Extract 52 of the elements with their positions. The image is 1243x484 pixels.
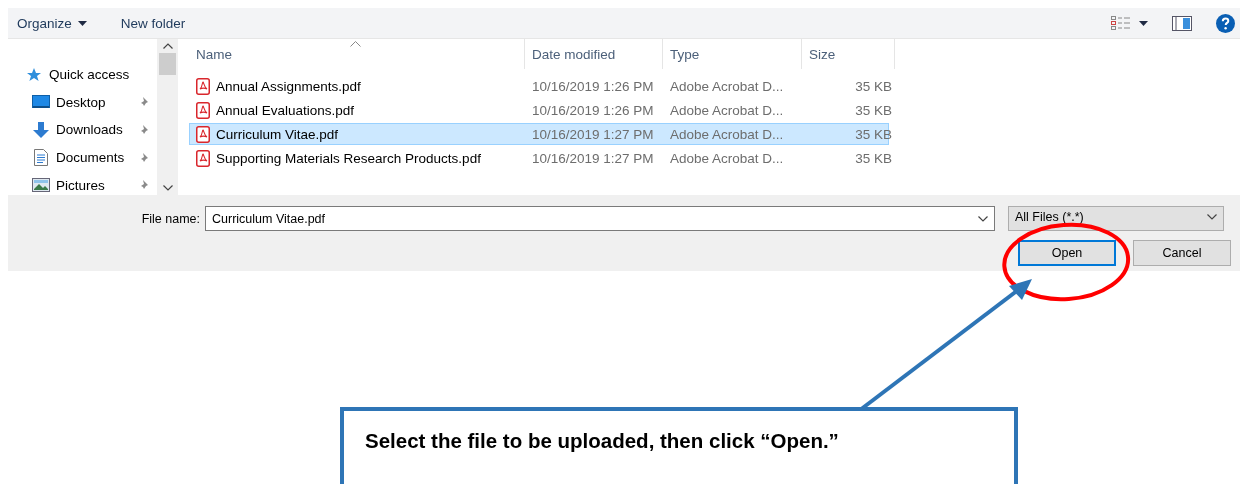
down-arrow-icon xyxy=(32,121,50,139)
dialog-button[interactable]: Cancel xyxy=(1133,240,1231,266)
dialog-button[interactable]: Open xyxy=(1018,240,1116,266)
file-name: Annual Assignments.pdf xyxy=(216,78,361,94)
pdf-file-icon xyxy=(196,149,210,167)
chevron-down-icon[interactable] xyxy=(978,215,988,222)
column-header[interactable]: Size xyxy=(802,39,895,69)
date-cell-text: 10/16/2019 1:27 PM xyxy=(531,126,655,142)
sort-ascending-icon xyxy=(350,41,361,47)
nav-item[interactable]: Desktop xyxy=(56,94,131,110)
instruction-text: Select the file to be uploaded, then click “Open.” xyxy=(365,429,839,452)
nav-item[interactable]: Documents xyxy=(56,150,131,166)
nav-item[interactable]: Downloads xyxy=(56,122,131,138)
date-cell-text: 10/16/2019 1:26 PM xyxy=(531,78,655,94)
help-icon[interactable] xyxy=(1216,13,1235,33)
scrollbar-thumb[interactable] xyxy=(159,53,176,75)
file-name: Curriculum Vitae.pdf xyxy=(216,126,339,142)
type-cell-text: Adobe Acrobat D... xyxy=(669,102,785,118)
new-folder-button[interactable]: New folder xyxy=(120,15,186,31)
pdf-file-icon xyxy=(196,77,210,95)
column-header[interactable]: Type xyxy=(663,39,802,69)
preview-pane-icon[interactable] xyxy=(1172,15,1192,31)
chevron-down-icon[interactable] xyxy=(1207,214,1217,220)
file-name: Annual Evaluations.pdf xyxy=(216,102,355,118)
view-list-icon[interactable] xyxy=(1111,16,1131,30)
type-cell-text: Adobe Acrobat D... xyxy=(669,126,785,142)
organize-menu[interactable]: Organize xyxy=(17,15,72,31)
size-cell-text: 35 KB xyxy=(854,150,893,166)
pdf-file-icon xyxy=(196,101,210,119)
pdf-file-icon xyxy=(196,125,210,143)
file-name: Supporting Materials Research Products.pdf xyxy=(216,150,481,166)
column-header[interactable]: Date modified xyxy=(525,39,663,69)
monitor-icon xyxy=(32,95,50,110)
column-header[interactable]: Name xyxy=(189,39,525,69)
date-cell-text: 10/16/2019 1:27 PM xyxy=(531,150,655,166)
file-type-dropdown[interactable]: All Files (*.*) xyxy=(1008,206,1224,231)
file-name-field[interactable]: Curriculum Vitae.pdf xyxy=(205,206,995,231)
star-icon xyxy=(26,66,42,83)
size-cell-text: 35 KB xyxy=(854,102,893,118)
type-cell-text: Adobe Acrobat D... xyxy=(669,150,785,166)
scroll-up-icon[interactable] xyxy=(162,43,173,49)
type-cell-text: Adobe Acrobat D... xyxy=(669,78,785,94)
size-cell-text: 35 KB xyxy=(854,78,893,94)
nav-item[interactable]: Pictures xyxy=(56,177,131,193)
document-icon xyxy=(34,149,48,167)
scroll-down-icon[interactable] xyxy=(162,185,173,191)
file-name-label: File name: xyxy=(140,211,201,226)
caret-icon[interactable] xyxy=(77,20,87,26)
caret-icon[interactable] xyxy=(1139,20,1148,26)
image-icon xyxy=(32,178,50,193)
nav-item[interactable]: Quick access xyxy=(49,67,149,83)
date-cell-text: 10/16/2019 1:26 PM xyxy=(531,102,655,118)
